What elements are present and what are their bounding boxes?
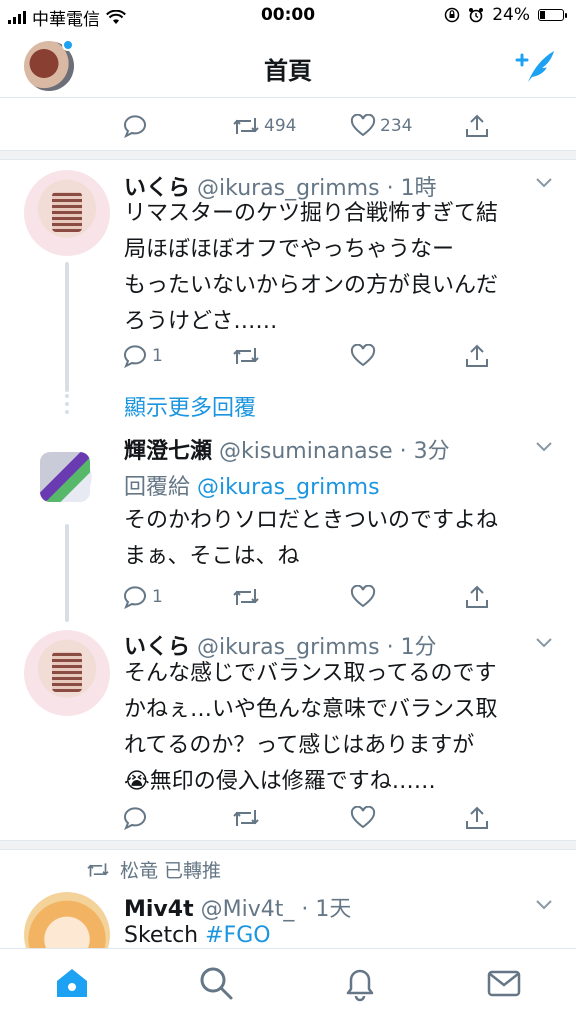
- tweet-line-with-emoji: 😭無印の侵入は修羅ですね……: [124, 764, 554, 800]
- tweet-text: リマスターのケツ掘り合戦怖すぎて結 局ほぼほぼオフでやっちゃうなー もったいない…: [124, 196, 554, 340]
- tweet-actions: 494 234: [0, 106, 576, 146]
- tweet-line: かねぇ…いや色んな意味でバランス取: [124, 697, 498, 722]
- retweeted-by-row: 松竜 已轉推: [86, 856, 221, 883]
- tweet-line: ろうけどさ……: [124, 309, 278, 334]
- reply-button[interactable]: 1: [122, 577, 163, 617]
- compose-tweet-button[interactable]: [514, 46, 558, 86]
- tweet-line: 無印の侵入は修羅ですね……: [149, 769, 436, 794]
- retweet-button[interactable]: [232, 336, 260, 376]
- tweet-line: まぁ、そこは、ね: [124, 544, 300, 569]
- status-right: 24%: [444, 5, 567, 25]
- page-title: 首頁: [264, 57, 312, 85]
- chevron-down-icon[interactable]: [536, 638, 552, 648]
- show-more-replies-link[interactable]: 顯示更多回覆: [124, 390, 256, 422]
- retweet-icon: [233, 118, 259, 134]
- home-icon[interactable]: [52, 963, 92, 1003]
- chevron-down-icon[interactable]: [536, 178, 552, 188]
- reply-to-handle-link[interactable]: @ikuras_grimms: [197, 475, 380, 500]
- like-button[interactable]: 234: [350, 106, 412, 146]
- tweet-line: そんな感じでバランス取ってるのです: [124, 661, 497, 686]
- alarm-icon: [469, 8, 484, 23]
- reply-button[interactable]: [122, 106, 148, 146]
- tweet-actions: 1: [0, 577, 576, 617]
- reply-icon: [123, 586, 146, 609]
- like-count: 234: [380, 116, 413, 136]
- reply-button[interactable]: 1: [122, 336, 163, 376]
- reply-icon: [123, 807, 146, 830]
- reply-to-label: 回覆給: [124, 475, 191, 500]
- tweet-text: そんな感じでバランス取ってるのです かねぇ…いや色んな意味でバランス取 れてるの…: [124, 656, 554, 800]
- share-icon: [466, 585, 488, 608]
- tweet-text: そのかわりソロだときついのですよね まぁ、そこは、ね: [124, 503, 554, 575]
- tweet-time: · 3分: [399, 439, 450, 464]
- rotation-lock-icon: [444, 7, 460, 23]
- heart-icon: [350, 344, 376, 367]
- tweet-line: Sketch: [124, 923, 206, 948]
- battery-percent: 24%: [492, 5, 530, 25]
- nav-header: 首頁: [0, 34, 576, 98]
- search-icon[interactable]: [196, 963, 236, 1003]
- reply-count: 1: [152, 346, 163, 366]
- heart-icon: [350, 585, 376, 608]
- tweet-line: 局ほぼほぼオフでやっちゃうなー: [124, 237, 455, 262]
- tab-bar: [0, 948, 576, 1024]
- retweet-icon: [233, 810, 259, 826]
- share-icon: [466, 114, 488, 137]
- share-button[interactable]: [464, 798, 490, 838]
- like-button[interactable]: [350, 577, 376, 617]
- battery-level: [540, 11, 546, 19]
- reply-icon: [123, 115, 146, 138]
- avatar[interactable]: [24, 170, 110, 256]
- author-name[interactable]: 輝澄七瀬: [124, 439, 212, 464]
- retweet-button[interactable]: [232, 798, 260, 838]
- retweet-button[interactable]: [232, 577, 260, 617]
- retweeted-by-label[interactable]: 松竜 已轉推: [120, 856, 221, 883]
- avatar[interactable]: [24, 630, 110, 716]
- hashtag-link[interactable]: #FGO: [205, 923, 270, 948]
- status-bar: 中華電信 00:00 24%: [0, 0, 576, 34]
- heart-icon: [350, 114, 376, 137]
- reply-count: 1: [152, 587, 163, 607]
- notification-dot: [62, 39, 74, 51]
- tweet-line: もったいないからオンの方が良いんだ: [124, 273, 499, 298]
- tweet-line: リマスターのケツ掘り合戦怖すぎて結: [124, 201, 499, 226]
- retweet-icon: [87, 862, 109, 877]
- tweet-header: 輝澄七瀬 @kisuminanase · 3分: [124, 433, 450, 465]
- reply-to-line: 回覆給 @ikuras_grimms: [124, 469, 380, 501]
- messages-icon[interactable]: [484, 963, 524, 1003]
- share-icon: [466, 344, 488, 367]
- heart-icon: [350, 806, 376, 829]
- section-divider: [0, 840, 576, 850]
- like-button[interactable]: [350, 336, 376, 376]
- crying-face-emoji: 😭: [124, 769, 150, 794]
- share-button[interactable]: [464, 106, 490, 146]
- tweet-actions: 1: [0, 336, 576, 376]
- tweet-line: れてるのか？って感じはありますが: [124, 733, 475, 758]
- share-button[interactable]: [464, 336, 490, 376]
- avatar[interactable]: [24, 434, 110, 520]
- tweet-actions: [0, 798, 576, 838]
- thread-gap-dots: [64, 394, 70, 414]
- section-divider: [0, 150, 576, 160]
- retweet-count: 494: [264, 116, 297, 136]
- share-icon: [466, 806, 488, 829]
- chevron-down-icon[interactable]: [536, 442, 552, 452]
- retweet-icon: [233, 348, 259, 364]
- chevron-down-icon[interactable]: [536, 900, 552, 910]
- reply-icon: [123, 345, 146, 368]
- share-button[interactable]: [464, 577, 490, 617]
- retweet-icon: [233, 589, 259, 605]
- retweet-button[interactable]: 494: [232, 106, 296, 146]
- author-handle[interactable]: @kisuminanase: [219, 439, 393, 464]
- notifications-icon[interactable]: [340, 963, 380, 1003]
- tweet-line: そのかわりソロだときついのですよね: [124, 508, 499, 533]
- battery-icon: [538, 9, 567, 21]
- like-button[interactable]: [350, 798, 376, 838]
- reply-button[interactable]: [122, 798, 148, 838]
